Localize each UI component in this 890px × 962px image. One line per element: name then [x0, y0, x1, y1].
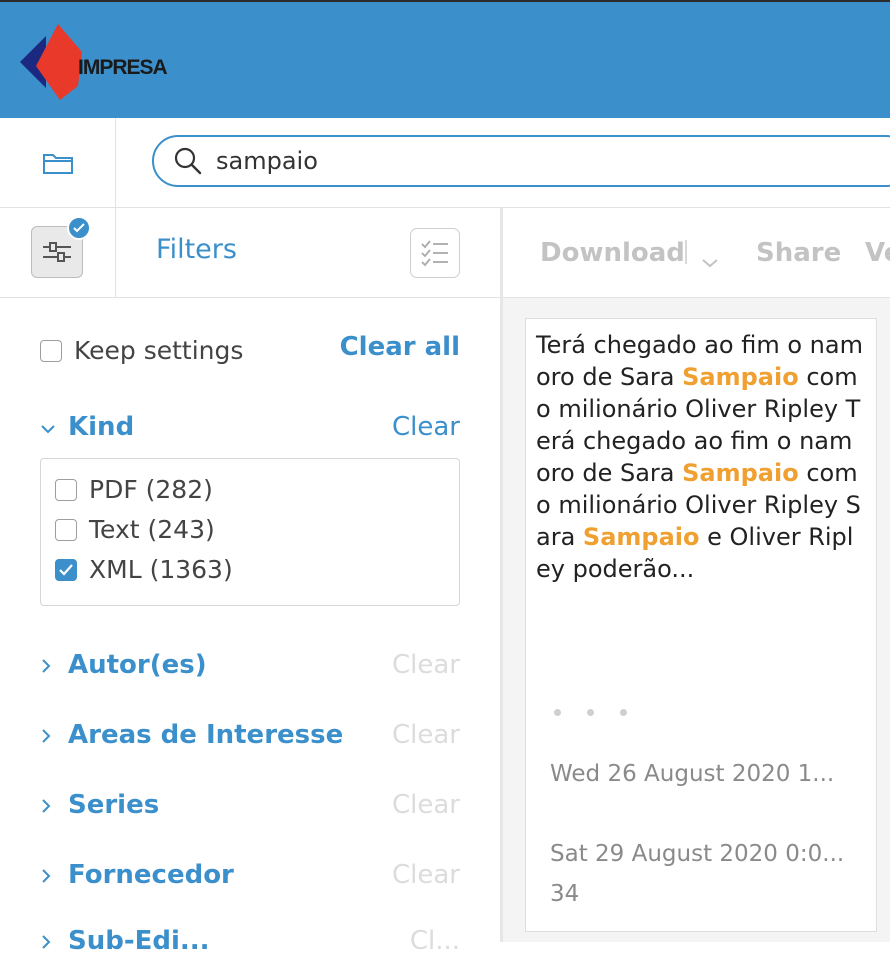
search-icon [174, 147, 202, 175]
filter-toggle-button[interactable] [0, 208, 116, 297]
checkbox[interactable] [55, 478, 77, 501]
section-clear-button[interactable]: Cl... [410, 926, 460, 956]
download-button[interactable]: Download [540, 238, 685, 268]
checklist-icon [421, 240, 448, 267]
more-options-icon[interactable] [554, 709, 627, 716]
kind-option-text[interactable]: Text (243) [55, 515, 215, 544]
clear-all-button[interactable]: Clear all [340, 332, 460, 362]
kind-option-label: Text (243) [89, 515, 215, 544]
section-series[interactable]: Series Clear [40, 790, 460, 826]
snippet-highlight: Sampaio [682, 459, 799, 487]
section-fornecedor[interactable]: Fornecedor Clear [40, 860, 460, 896]
kind-option-label: XML (1363) [89, 555, 233, 584]
chevron-right-icon [40, 798, 52, 818]
checkbox[interactable] [55, 518, 77, 541]
result-date-1: Wed 26 August 2020 1... [550, 761, 835, 787]
logo-text: IMPRESA [78, 56, 168, 79]
checkmark-icon [59, 563, 73, 576]
chevron-right-icon [40, 868, 52, 888]
checklist-button[interactable] [410, 228, 460, 278]
snippet-highlight: Sampaio [682, 363, 799, 391]
search-input[interactable] [214, 146, 818, 176]
kind-options: PDF (282) Text (243) XML (1363) [40, 458, 460, 606]
kind-section-header[interactable]: Kind Clear [40, 412, 460, 448]
section-areas-de-interesse[interactable]: Areas de Interesse Clear [40, 720, 460, 756]
section-label: Fornecedor [68, 860, 234, 890]
section-label: Areas de Interesse [68, 720, 344, 750]
chevron-right-icon [40, 934, 52, 954]
download-dropdown-button[interactable] [701, 246, 719, 276]
result-snippet: Terá chegado ao fim o namoro de Sara Sam… [536, 329, 866, 585]
result-date-2: Sat 29 August 2020 0:0... [550, 841, 845, 867]
chevron-down-icon [40, 420, 56, 439]
chevron-right-icon [40, 728, 52, 748]
section-label: Sub-Edi... [68, 926, 210, 956]
kind-option-xml[interactable]: XML (1363) [55, 555, 233, 584]
keep-settings-label: Keep settings [74, 336, 244, 365]
section-label: Series [68, 790, 160, 820]
filters-title: Filters [156, 234, 237, 265]
kind-clear-button[interactable]: Clear [392, 412, 460, 442]
chevron-right-icon [40, 658, 52, 678]
result-count: 34 [550, 881, 580, 907]
checkbox[interactable] [40, 339, 62, 362]
filters-sidebar: Keep settings Clear all Kind Clear PDF (… [0, 298, 500, 956]
view-button[interactable]: Ve [865, 238, 890, 268]
section-clear-button[interactable]: Clear [392, 790, 460, 820]
section-clear-button[interactable]: Clear [392, 650, 460, 680]
filters-header: Filters [0, 208, 500, 298]
check-badge-icon [67, 216, 91, 240]
kind-option-pdf[interactable]: PDF (282) [55, 475, 213, 504]
search-box[interactable] [152, 135, 890, 187]
kind-option-label: PDF (282) [89, 475, 213, 504]
results-toolbar: Download Share Ve [503, 208, 890, 298]
result-card[interactable]: Terá chegado ao fim o namoro de Sara Sam… [525, 318, 877, 932]
chevron-down-icon [702, 259, 718, 268]
folder-button[interactable] [0, 118, 116, 207]
checkbox-checked[interactable] [55, 558, 77, 581]
toolbar-separator [685, 240, 687, 264]
section-clear-button[interactable]: Clear [392, 720, 460, 750]
section-clear-button[interactable]: Clear [392, 860, 460, 890]
share-button[interactable]: Share [756, 238, 841, 268]
section-autores[interactable]: Autor(es) Clear [40, 650, 460, 686]
section-sub-edicao[interactable]: Sub-Edi... Cl... [40, 926, 460, 962]
folder-icon [42, 153, 73, 174]
kind-label: Kind [68, 412, 135, 442]
section-label: Autor(es) [68, 650, 207, 680]
keep-settings-checkbox[interactable]: Keep settings [40, 336, 243, 365]
search-row [0, 118, 890, 208]
snippet-highlight: Sampaio [582, 523, 700, 551]
app-header: IMPRESA [0, 0, 890, 118]
